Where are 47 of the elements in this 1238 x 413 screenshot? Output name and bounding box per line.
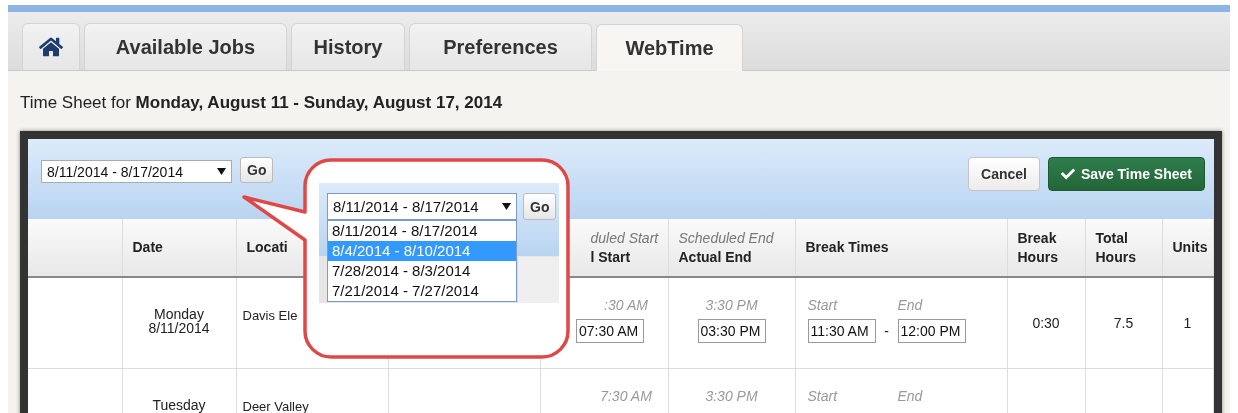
date-text: 8/11/2014	[148, 321, 210, 335]
scheduled-time: 3:30 PM	[705, 387, 758, 404]
break-end-label: End	[897, 387, 924, 404]
break-hours-value: 0:30	[1032, 315, 1060, 331]
home-icon	[39, 35, 63, 59]
scheduled-time: 7:30 AM	[599, 387, 652, 404]
scheduled-time: :30 AM	[603, 297, 648, 313]
cancel-button[interactable]: Cancel	[968, 157, 1040, 191]
column-header: Units	[1172, 238, 1208, 257]
week-select[interactable]: 8/11/2014 - 8/17/2014	[327, 193, 517, 220]
scheduled-time: 3:30 PM	[705, 297, 758, 313]
time-sheet-heading: Time Sheet for Monday, August 11 - Sunday, August 17, 2014	[20, 92, 504, 114]
column-header: l Start	[590, 247, 631, 267]
column-header: Locati	[246, 238, 288, 257]
save-time-sheet-button[interactable]: Save Time Sheet	[1047, 157, 1205, 191]
week-select[interactable]: 8/11/2014 - 8/17/2014	[41, 160, 232, 183]
tab[interactable]: WebTime	[596, 24, 743, 71]
location-text: Deer Valley	[242, 398, 309, 413]
column-header: Total Hours	[1095, 228, 1137, 267]
tab[interactable]: History	[291, 23, 405, 70]
column-header: Date	[132, 238, 163, 257]
tab[interactable]: Preferences	[409, 23, 592, 70]
location-text: Davis Ele	[242, 308, 298, 323]
column-header: Break Times	[805, 238, 889, 257]
column-header: Break Hours	[1017, 228, 1059, 267]
units-value: 1	[1183, 315, 1192, 331]
caret-icon	[502, 203, 511, 210]
home-tab[interactable]	[22, 23, 80, 70]
day-text: Tuesday	[152, 397, 206, 412]
break-start-label: Start	[807, 387, 839, 404]
range-dash: -	[883, 323, 890, 339]
check-icon	[1060, 167, 1075, 181]
time-input[interactable]: 03:30 PM	[697, 319, 766, 343]
break-start-input[interactable]: 11:30 AM	[807, 319, 876, 343]
day-text: Monday	[154, 307, 204, 321]
total-hours-value: 7.5	[1113, 315, 1134, 331]
time-input[interactable]: 07:30 AM	[576, 319, 644, 343]
break-start-label: Start	[807, 297, 839, 313]
scheduled-header: Scheduled End	[678, 228, 774, 248]
tab[interactable]: Available Jobs	[84, 23, 287, 70]
go-button[interactable]: Go	[240, 157, 274, 183]
column-header: Actual End	[678, 247, 752, 267]
go-button[interactable]: Go	[523, 193, 557, 220]
caret-icon	[217, 168, 226, 175]
break-end-input[interactable]: 12:00 PM	[897, 319, 966, 343]
scheduled-header: duled Start	[590, 228, 659, 248]
break-end-label: End	[897, 297, 924, 313]
